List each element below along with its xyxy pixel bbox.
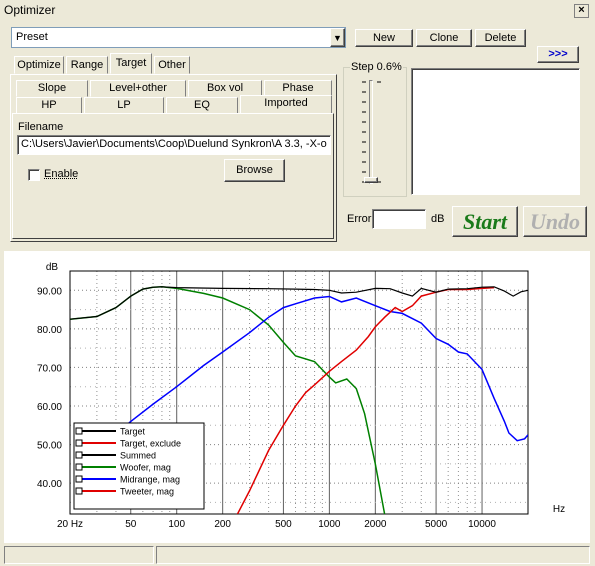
legend-label: Target, exclude [120, 439, 181, 449]
legend-checkbox [75, 439, 83, 447]
tab-level-other[interactable]: Level+other [90, 80, 186, 97]
chart-area: 90.00 80.00 70.00 60.00 50.00 40.00 20 Hz 50 100… [4, 251, 590, 543]
x-tick-label: 5000 [425, 519, 448, 530]
tab-hp[interactable]: HP [16, 97, 82, 114]
x-tick-label: 1000 [318, 519, 341, 530]
new-button[interactable]: New [355, 29, 413, 47]
legend-label: Summed [120, 451, 156, 461]
y-tick-label: 60.00 [37, 402, 62, 413]
tab-other[interactable]: Other [154, 56, 190, 74]
filename-value: C:\Users\Javier\Documents\Coop\Duelund S… [21, 138, 327, 150]
error-field[interactable] [372, 209, 426, 229]
x-tick-label: 50 [125, 519, 137, 530]
legend-label: Target [120, 427, 146, 437]
expand-button[interactable]: >>> [537, 46, 579, 63]
y-tick-label: 70.00 [37, 363, 62, 374]
legend-checkbox [75, 487, 83, 495]
y-tick-label: 90.00 [37, 286, 62, 297]
legend-label: Woofer, mag [120, 463, 171, 473]
tab-slope[interactable]: Slope [16, 80, 88, 97]
legend-checkbox [75, 463, 83, 471]
enable-label: Enable [44, 168, 79, 180]
step-label: Step 0.6% [350, 61, 403, 73]
legend-checkbox [75, 475, 83, 483]
x-tick-label: 200 [214, 519, 231, 530]
chevron-down-icon[interactable]: ▼ [330, 28, 345, 47]
info-listbox[interactable] [411, 68, 580, 195]
delete-button[interactable]: Delete [475, 29, 526, 47]
x-tick-label: 500 [275, 519, 292, 530]
legend-label: Tweeter, mag [120, 487, 174, 497]
tab-imported[interactable]: Imported [240, 95, 332, 114]
filename-field[interactable]: C:\Users\Javier\Documents\Coop\Duelund S… [17, 135, 331, 155]
filename-label: Filename [18, 121, 64, 133]
frequency-chart[interactable]: 90.00 80.00 70.00 60.00 50.00 40.00 20 Hz 50 100… [4, 251, 590, 543]
x-tick-label: 20 Hz [57, 519, 83, 530]
x-axis-label: Hz [553, 504, 565, 515]
step-slider-ticks [362, 81, 381, 183]
y-tick-label: 40.00 [37, 479, 62, 490]
error-unit: dB [431, 213, 445, 225]
x-tick-label: 2000 [364, 519, 387, 530]
legend-checkbox [75, 451, 83, 459]
status-pane-1 [4, 546, 154, 564]
legend-checkbox [75, 427, 83, 435]
close-button[interactable]: × [574, 4, 589, 18]
tab-lp[interactable]: LP [84, 97, 164, 114]
x-tick-label: 100 [168, 519, 185, 530]
enable-checkbox[interactable] [28, 169, 40, 181]
y-tick-label: 80.00 [37, 325, 62, 336]
step-slider-thumb[interactable] [364, 177, 378, 183]
y-axis-label: dB [46, 262, 59, 273]
tab-range[interactable]: Range [66, 56, 108, 74]
series-line-tweeter-mag [236, 286, 495, 514]
tab-eq[interactable]: EQ [166, 97, 238, 114]
status-pane-2 [156, 546, 590, 564]
title-bar: Optimizer × [0, 0, 595, 22]
preset-select[interactable]: Preset [11, 27, 346, 48]
tab-optimize[interactable]: Optimize [14, 56, 64, 74]
x-tick-label: 10000 [468, 519, 496, 530]
y-tick-label: 50.00 [37, 441, 62, 452]
clone-button[interactable]: Clone [416, 29, 472, 47]
start-button[interactable]: Start [452, 206, 518, 237]
undo-button[interactable]: Undo [523, 206, 587, 237]
preset-value: Preset [16, 31, 48, 43]
browse-button[interactable]: Browse [224, 159, 285, 182]
window-title: Optimizer [4, 3, 56, 17]
legend-label: Midrange, mag [120, 475, 180, 485]
error-label: Error [347, 213, 372, 225]
tab-target[interactable]: Target [110, 53, 152, 74]
